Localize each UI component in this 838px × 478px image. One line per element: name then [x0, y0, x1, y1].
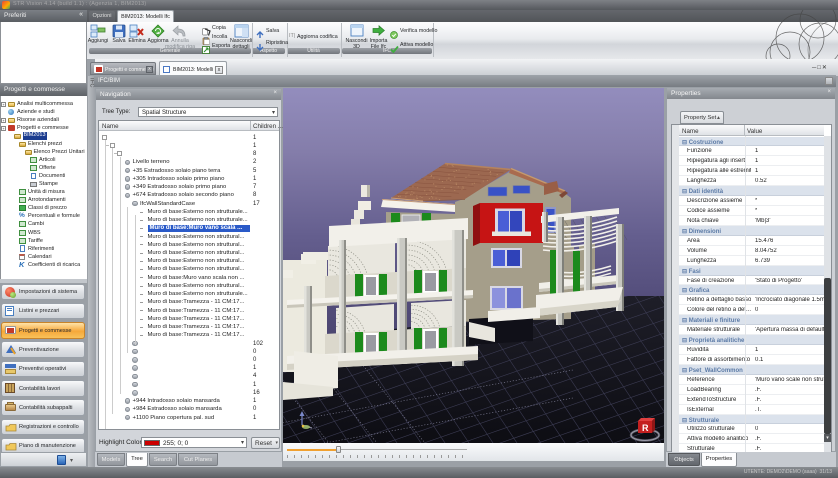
- svg-text:R: R: [642, 423, 649, 433]
